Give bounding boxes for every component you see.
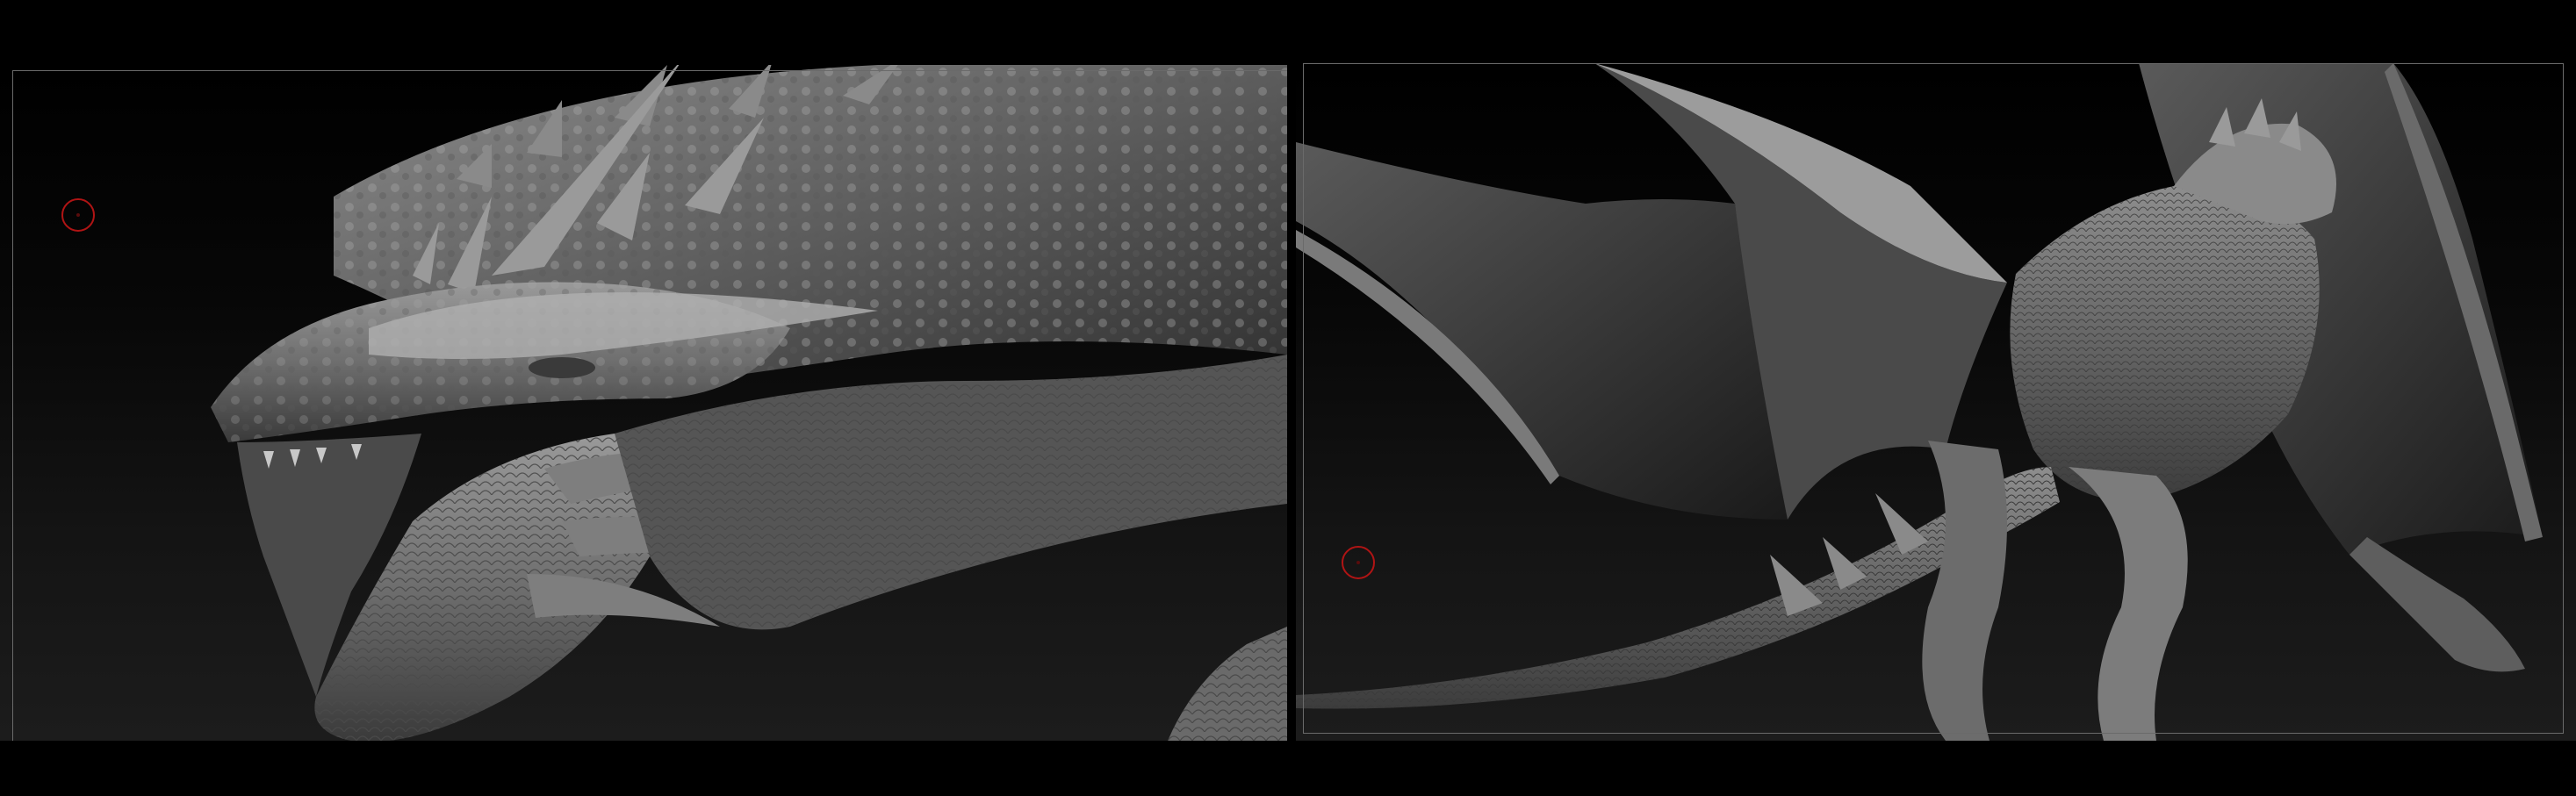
front-claw: [2349, 537, 2525, 672]
dragon-eye: [529, 357, 595, 378]
head-closeup-viewport[interactable]: [0, 65, 1287, 741]
hind-leg-right: [2069, 467, 2188, 741]
dragon-full-body-sculpt: [1296, 63, 2543, 741]
zbrush-render-stage: [0, 0, 2576, 796]
transpose-pivot-icon[interactable]: [61, 198, 95, 232]
full-body-viewport[interactable]: [1296, 63, 2576, 741]
bottom-letterbox: [0, 741, 2576, 796]
hind-leg-left: [1922, 441, 2007, 741]
transpose-pivot-icon[interactable]: [1342, 546, 1375, 579]
dragon-head-sculpt: [211, 65, 1287, 741]
